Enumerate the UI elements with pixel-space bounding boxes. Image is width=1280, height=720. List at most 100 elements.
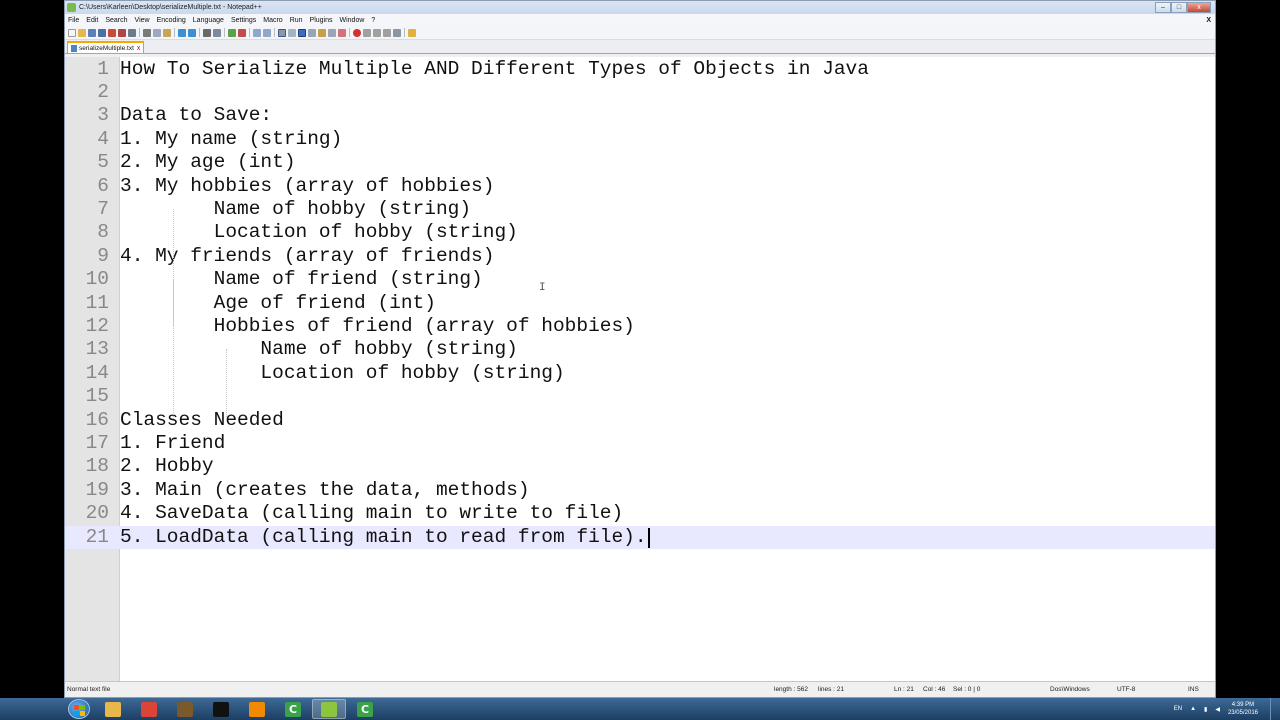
menu-plugins[interactable]: Plugins <box>310 17 333 24</box>
editor-line[interactable]: 12 Hobbies of friend (array of hobbies) <box>65 315 1215 338</box>
find-icon[interactable] <box>203 28 211 37</box>
run-macro-multiple-icon[interactable] <box>383 28 391 37</box>
doc-map-icon[interactable] <box>318 28 326 37</box>
menu-macro[interactable]: Macro <box>263 17 282 24</box>
editor-line[interactable]: 17 1. Friend <box>65 432 1215 455</box>
menu-run[interactable]: Run <box>290 17 303 24</box>
new-file-icon[interactable] <box>68 28 76 37</box>
editor-line[interactable]: 7 Name of hobby (string) <box>65 198 1215 221</box>
status-line-number: Ln : 21 <box>894 686 914 693</box>
status-encoding[interactable]: UTF-8 <box>1117 686 1135 693</box>
editor-line[interactable]: 4 1. My name (string) <box>65 128 1215 151</box>
menu-help[interactable]: ? <box>371 17 375 24</box>
menu-encoding[interactable]: Encoding <box>157 17 186 24</box>
zoom-in-icon[interactable] <box>228 28 236 37</box>
sync-vertical-icon[interactable] <box>253 28 261 37</box>
taskbar-game[interactable] <box>168 699 202 719</box>
tab-close-icon[interactable]: x <box>137 45 141 52</box>
stop-macro-icon[interactable] <box>363 28 371 37</box>
save-icon[interactable] <box>88 28 96 37</box>
play-macro-icon[interactable] <box>373 28 381 37</box>
editor-line[interactable]: 1 How To Serialize Multiple AND Different… <box>65 58 1215 81</box>
menu-file[interactable]: File <box>68 17 79 24</box>
undo-icon[interactable] <box>178 28 186 37</box>
clock[interactable]: 4:39 PM 23/05/2016 <box>1228 701 1258 717</box>
close-button[interactable]: x <box>1187 2 1211 13</box>
taskbar-notepad-plus-plus[interactable] <box>312 699 346 719</box>
language-icon[interactable] <box>308 28 316 37</box>
language-indicator[interactable]: EN <box>1174 706 1182 712</box>
zoom-out-icon[interactable] <box>238 28 246 37</box>
network-icon[interactable]: ▮ <box>1204 706 1207 713</box>
title-bar[interactable]: C:\Users\Karleen\Desktop\serializeMultip… <box>65 1 1215 14</box>
editor-line[interactable]: 3 Data to Save: <box>65 104 1215 127</box>
close-document-button[interactable]: X <box>1206 17 1211 24</box>
sync-horizontal-icon[interactable] <box>263 28 271 37</box>
editor-line[interactable]: 19 3. Main (creates the data, methods) <box>65 479 1215 502</box>
cut-icon[interactable] <box>143 28 151 37</box>
toolbar-separator <box>224 28 225 37</box>
plugin-icon[interactable] <box>408 28 416 37</box>
menu-search[interactable]: Search <box>105 17 127 24</box>
folder-workspace-icon[interactable] <box>338 28 346 37</box>
editor-line[interactable]: 21 5. LoadData (calling main to read from… <box>65 525 1215 549</box>
line-text: 1. My name (string) <box>120 127 343 150</box>
show-all-characters-icon[interactable] <box>288 28 296 37</box>
editor-line[interactable]: 10 Name of friend (string) <box>65 268 1215 291</box>
record-macro-icon[interactable] <box>353 28 361 37</box>
menu-edit[interactable]: Edit <box>86 17 98 24</box>
volume-icon[interactable]: ◀ <box>1215 706 1220 713</box>
editor-line[interactable]: 8 Location of hobby (string) <box>65 221 1215 244</box>
indent-guide-icon[interactable] <box>298 28 306 37</box>
word-wrap-icon[interactable] <box>278 28 286 37</box>
close-all-icon[interactable] <box>118 28 126 37</box>
line-text: 3. Main (creates the data, methods) <box>120 478 530 501</box>
editor-line[interactable]: 2 <box>65 81 1215 104</box>
copy-icon[interactable] <box>153 28 161 37</box>
menu-language[interactable]: Language <box>193 17 224 24</box>
taskbar-chrome[interactable] <box>132 699 166 719</box>
menu-view[interactable]: View <box>135 17 150 24</box>
save-macro-icon[interactable] <box>393 28 401 37</box>
taskbar-camtasia-recorder[interactable]: C <box>348 699 382 719</box>
editor-line[interactable]: 20 4. SaveData (calling main to write to … <box>65 502 1215 525</box>
taskbar-cmd[interactable] <box>204 699 238 719</box>
close-file-icon[interactable] <box>108 28 116 37</box>
editor-line[interactable]: 9 4. My friends (array of friends) <box>65 245 1215 268</box>
editor-line[interactable]: 14 Location of hobby (string) <box>65 362 1215 385</box>
file-icon <box>71 44 77 52</box>
editor-line[interactable]: 5 2. My age (int) <box>65 151 1215 174</box>
status-eol[interactable]: Dos\Windows <box>1050 686 1090 693</box>
line-text: Hobbies of friend (array of hobbies) <box>120 314 635 337</box>
start-button[interactable] <box>68 699 90 719</box>
function-list-icon[interactable] <box>328 28 336 37</box>
minimize-button[interactable]: – <box>1155 2 1171 13</box>
menu-window[interactable]: Window <box>340 17 365 24</box>
paste-icon[interactable] <box>163 28 171 37</box>
status-insert-mode[interactable]: INS <box>1188 686 1199 693</box>
editor-line[interactable]: 16 Classes Needed <box>65 409 1215 432</box>
show-desktop-button[interactable] <box>1270 698 1280 720</box>
text-editor[interactable]: 1 How To Serialize Multiple AND Different… <box>65 57 1215 683</box>
open-file-icon[interactable] <box>78 28 86 37</box>
editor-line[interactable]: 13 Name of hobby (string) <box>65 338 1215 361</box>
print-icon[interactable] <box>128 28 136 37</box>
save-all-icon[interactable] <box>98 28 106 37</box>
editor-line[interactable]: 15 <box>65 385 1215 408</box>
redo-icon[interactable] <box>188 28 196 37</box>
taskbar-camtasia[interactable]: C <box>276 699 310 719</box>
line-text: 2. Hobby <box>120 455 214 478</box>
editor-line[interactable]: 18 2. Hobby <box>65 455 1215 478</box>
tab-serializemultiple[interactable]: serializeMultiple.txt x <box>67 41 145 53</box>
line-number: 1 <box>97 57 109 80</box>
status-length: length : 562 <box>774 686 808 693</box>
taskbar-vlc[interactable] <box>240 699 274 719</box>
taskbar-explorer[interactable] <box>96 699 130 719</box>
tray-arrow-icon[interactable]: ▲ <box>1190 706 1196 712</box>
editor-line[interactable]: 11 Age of friend (int) <box>65 292 1215 315</box>
maximize-button[interactable]: □ <box>1171 2 1187 13</box>
menu-settings[interactable]: Settings <box>231 17 256 24</box>
replace-icon[interactable] <box>213 28 221 37</box>
editor-line[interactable]: 6 3. My hobbies (array of hobbies) <box>65 175 1215 198</box>
line-text: 3. My hobbies (array of hobbies) <box>120 174 495 197</box>
